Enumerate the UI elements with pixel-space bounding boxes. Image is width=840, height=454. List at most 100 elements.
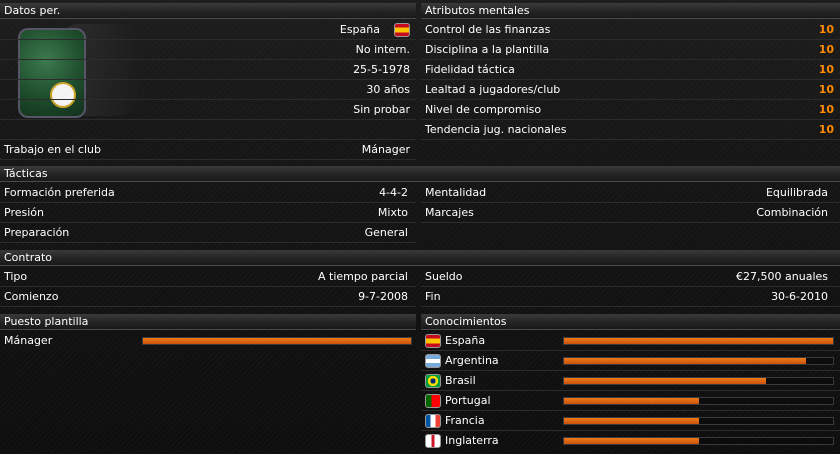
knowledge-row[interactable]: Brasil [421,371,840,391]
pressure-label: Presión [4,206,44,219]
manager-profile-screen: Datos per. España No intern. 25-5-1978 3… [0,0,840,454]
position-row[interactable]: Mánager [0,331,416,351]
marking-label: Marcajes [425,206,474,219]
mental-label: Control de las finanzas [425,23,551,36]
status-row: Sin probar [0,100,416,120]
mental-label: Tendencia jug. nacionales [425,123,567,136]
knowledge-header: Conocimientos [421,314,840,330]
position-bar [142,337,412,345]
knowledge-bar [563,397,834,405]
contract-start-value: 9-7-2008 [358,290,408,303]
mental-label: Disciplina a la plantilla [425,43,550,56]
brazil-flag-icon [425,374,441,388]
knowledge-bar-fill [564,338,833,344]
prep-value: General [364,226,408,239]
mental-value: 10 [818,123,834,136]
argentina-flag-icon [425,354,441,368]
knowledge-row[interactable]: Francia [421,411,840,431]
knowledge-row[interactable]: Portugal [421,391,840,411]
knowledge-bar-fill [564,358,807,364]
prep-label: Preparación [4,226,70,239]
marking-value: Combinación [756,206,828,219]
formation-value: 4-4-2 [379,186,408,199]
marking-row: Marcajes Combinación [421,203,840,223]
contract-type-row: Tipo A tiempo parcial [0,267,416,287]
contract-header: Contrato [0,250,840,266]
knowledge-country: Inglaterra [445,434,499,447]
portugal-flag-icon [425,394,441,408]
knowledge-country: Portugal [445,394,491,407]
status-value: Sin probar [353,103,410,116]
spain-flag-icon [394,23,410,37]
mental-label: Nivel de compromiso [425,103,542,116]
knowledge-bar-fill [564,418,699,424]
salary-row: Sueldo €27,500 anuales [421,267,840,287]
knowledge-country: Argentina [445,354,499,367]
salary-value: €27,500 anuales [736,270,828,283]
mental-label: Lealtad a jugadores/club [425,83,561,96]
mental-header: Atributos mentales [421,3,840,19]
contract-end-label: Fin [425,290,441,303]
knowledge-bar [563,337,834,345]
formation-row: Formación preferida 4-4-2 [0,183,416,203]
mental-value: 10 [818,63,834,76]
position-header: Puesto plantilla [0,314,416,330]
intl-row: No intern. [0,40,416,60]
mental-row[interactable]: Nivel de compromiso 10 [421,100,840,120]
position-label: Mánager [4,334,53,347]
mental-value: 10 [818,103,834,116]
mentality-value: Equilibrada [765,186,828,199]
england-flag-icon [425,434,441,448]
knowledge-bar [563,437,834,445]
contract-start-row: Comienzo 9-7-2008 [0,287,416,307]
age-row: 30 años [0,80,416,100]
knowledge-country: Francia [445,414,485,427]
contract-end-row: Fin 30-6-2010 [421,287,840,307]
mental-value: 10 [818,83,834,96]
knowledge-country: Brasil [445,374,476,387]
pressure-value: Mixto [377,206,408,219]
mental-row[interactable]: Fidelidad táctica 10 [421,60,840,80]
mental-value: 10 [818,23,834,36]
position-bar-fill [143,338,411,344]
knowledge-row[interactable]: España [421,331,840,351]
contract-end-value: 30-6-2010 [771,290,828,303]
knowledge-row[interactable]: Argentina [421,351,840,371]
knowledge-row[interactable]: Inglaterra [421,431,840,451]
knowledge-bar-fill [564,438,699,444]
job-label: Trabajo en el club [4,143,101,156]
prep-row: Preparación General [0,223,416,243]
contract-type-label: Tipo [4,270,28,283]
blank-row [0,120,416,140]
knowledge-bar [563,377,834,385]
contract-type-value: A tiempo parcial [318,270,408,283]
knowledge-bar-fill [564,398,699,404]
spain-flag-icon [425,334,441,348]
knowledge-bar [563,417,834,425]
personal-header: Datos per. [0,3,416,19]
job-value: Mánager [361,143,410,156]
mental-row[interactable]: Lealtad a jugadores/club 10 [421,80,840,100]
mental-row[interactable]: Control de las finanzas 10 [421,20,840,40]
dob-value: 25-5-1978 [353,63,410,76]
formation-label: Formación preferida [4,186,115,199]
pressure-row: Presión Mixto [0,203,416,223]
contract-start-label: Comienzo [4,290,59,303]
knowledge-bar-fill [564,378,766,384]
age-value: 30 años [366,83,410,96]
knowledge-country: España [445,334,486,347]
mental-row[interactable]: Tendencia jug. nacionales 10 [421,120,840,140]
salary-label: Sueldo [425,270,463,283]
dob-row: 25-5-1978 [0,60,416,80]
mentality-row: Mentalidad Equilibrada [421,183,840,203]
nationality-value: España [339,23,380,36]
mentality-label: Mentalidad [425,186,487,199]
tactics-header: Tácticas [0,166,840,182]
job-row: Trabajo en el club Mánager [0,140,416,160]
mental-row[interactable]: Disciplina a la plantilla 10 [421,40,840,60]
france-flag-icon [425,414,441,428]
mental-value: 10 [818,43,834,56]
knowledge-bar [563,357,834,365]
intl-value: No intern. [355,43,410,56]
nationality-row: España [0,20,416,40]
